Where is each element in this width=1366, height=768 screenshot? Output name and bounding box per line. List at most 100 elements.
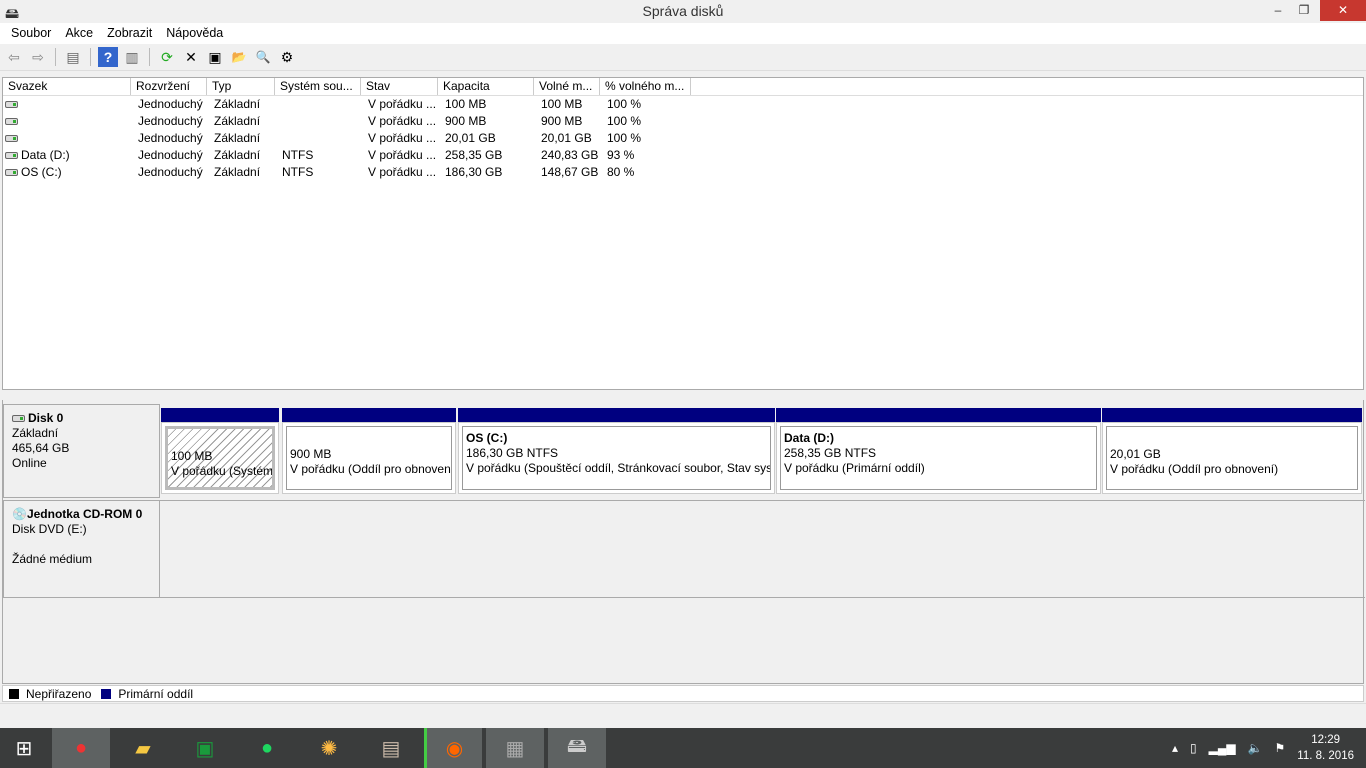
table-row[interactable]: Data (D:) Jednoduchý Základní NTFS V pořádku…	[3, 147, 1363, 164]
start-button[interactable]: ⊞	[0, 728, 48, 768]
disk-management-icon[interactable]: 🖴	[548, 728, 606, 768]
notepad-icon[interactable]: ▤	[362, 728, 420, 768]
menu-napoveda[interactable]: Nápověda	[159, 23, 230, 44]
delete-icon[interactable]: ✕	[181, 47, 201, 67]
table-cell: V pořádku ...	[361, 130, 438, 147]
partition-size: 100 MB	[171, 449, 213, 463]
legend: Nepřiřazeno Primární oddíl	[2, 685, 1364, 702]
explore-icon[interactable]: 🔍	[253, 47, 273, 67]
refresh-icon[interactable]: ⟳	[157, 47, 177, 67]
clock[interactable]: 12:29 11. 8. 2016	[1297, 732, 1354, 764]
cell-text: 148,67 GB	[541, 165, 599, 179]
partition-info: OS (C:) 186,30 GB NTFS V pořádku (Spouštěc…	[462, 426, 771, 490]
cell-text: Základní	[214, 131, 261, 145]
table-cell: 900 MB	[534, 113, 600, 130]
volume-icon[interactable]: 🔈	[1248, 741, 1263, 755]
settings-icon[interactable]: ⚙	[277, 47, 297, 67]
cell-text: V pořádku ...	[368, 148, 437, 162]
table-cell: 100 MB	[438, 96, 534, 113]
close-button[interactable]: ✕	[1320, 0, 1366, 21]
menu-soubor[interactable]: Soubor	[4, 23, 58, 44]
partition-info: 100 MBV pořádku (Systémový oddíl, Aktivn…	[165, 426, 275, 490]
column-svazek[interactable]: Svazek	[3, 78, 131, 95]
disk-0-label[interactable]: Disk 0 Základní 465,64 GB Online	[3, 404, 160, 498]
column-kapacita[interactable]: Kapacita	[438, 78, 534, 95]
volume-icon	[5, 118, 18, 126]
help-icon[interactable]: ?	[98, 47, 118, 67]
cell-text: Jednoduchý	[138, 148, 203, 162]
table-row[interactable]: Jednoduchý Základní V pořádku ... 100 MB 100…	[3, 96, 1363, 113]
cdrom-icon: 💿	[12, 507, 27, 521]
properties-icon[interactable]: ▣	[205, 47, 225, 67]
partition-box: 20,01 GB V pořádku (Oddíl pro obnovení)	[1102, 422, 1362, 494]
battery-icon[interactable]: ▯	[1190, 741, 1197, 755]
column-typ[interactable]: Typ	[207, 78, 275, 95]
cell-text: OS (C:)	[21, 165, 62, 179]
picasa-icon[interactable]: ✺	[300, 728, 358, 768]
partition-0[interactable]: 100 MBV pořádku (Systémový oddíl, Aktivn…	[161, 408, 279, 494]
cell-text: Základní	[214, 114, 261, 128]
table-cell: NTFS	[275, 147, 361, 164]
table-cell: 80 %	[600, 164, 691, 181]
volume-icon	[5, 152, 18, 160]
origin-icon[interactable]: ◉	[424, 728, 482, 768]
signal-icon[interactable]: ▂▄▆	[1209, 741, 1236, 755]
console-tree-icon[interactable]: ▤	[63, 47, 83, 67]
partition-bar	[776, 408, 1101, 422]
cell-text: Základní	[214, 148, 261, 162]
cell-text: Základní	[214, 165, 261, 179]
file-explorer-icon[interactable]: ▰	[114, 728, 172, 768]
action-pane-icon[interactable]: ▥	[122, 47, 142, 67]
column-volne-misto[interactable]: Volné m...	[534, 78, 600, 95]
partition-2[interactable]: OS (C:) 186,30 GB NTFS V pořádku (Spouštěc…	[458, 408, 775, 494]
partition-size: 900 MB	[290, 447, 332, 461]
table-cell: V pořádku ...	[361, 164, 438, 181]
minimize-button[interactable]: –	[1264, 0, 1292, 21]
app-gray-icon[interactable]: ▦	[486, 728, 544, 768]
chrome-icon[interactable]: ●	[52, 728, 110, 768]
store-icon[interactable]: ▣	[176, 728, 234, 768]
table-cell: OS (C:)	[3, 164, 131, 181]
table-row[interactable]: OS (C:) Jednoduchý Základní NTFS V pořádku .…	[3, 164, 1363, 181]
volume-icon	[5, 169, 18, 177]
splitter[interactable]	[2, 390, 1364, 400]
open-icon[interactable]: 📂	[229, 47, 249, 67]
taskbar: ⊞ ● ▰ ▣ ● ✺ ▤ ◉ ▦ 🖴 ▴ ▯ ▂▄▆ 🔈 ⚑ 12:29 11…	[0, 728, 1366, 768]
table-cell: 100 MB	[534, 96, 600, 113]
cell-text: NTFS	[282, 148, 314, 162]
table-cell: V pořádku ...	[361, 96, 438, 113]
partition-box: 900 MB V pořádku (Oddíl pro obnovení)	[282, 422, 456, 494]
table-cell: 900 MB	[438, 113, 534, 130]
column-rozvrzeni[interactable]: Rozvržení	[131, 78, 207, 95]
cell-text: Data (D:)	[21, 148, 70, 162]
table-cell: 100 %	[600, 113, 691, 130]
column-stav[interactable]: Stav	[361, 78, 438, 95]
cell-text: 93 %	[607, 148, 635, 162]
menu-akce[interactable]: Akce	[58, 23, 100, 44]
cell-text: 80 %	[607, 165, 635, 179]
partition-4[interactable]: 20,01 GB V pořádku (Oddíl pro obnovení)	[1102, 408, 1362, 494]
partition-size: 258,35 GB NTFS	[784, 446, 877, 460]
flag-icon[interactable]: ⚑	[1275, 741, 1286, 755]
back-icon[interactable]: ⇦	[4, 47, 24, 67]
table-row[interactable]: Jednoduchý Základní V pořádku ... 900 MB 900…	[3, 113, 1363, 130]
spotify-icon[interactable]: ●	[238, 728, 296, 768]
column-procento-volneho[interactable]: % volného m...	[600, 78, 691, 95]
cdrom-label[interactable]: 💿Jednotka CD-ROM 0 Disk DVD (E:) Žádné m…	[3, 500, 160, 598]
partition-status: V pořádku (Systémový oddíl, Aktivní, Pri…	[171, 464, 274, 478]
maximize-button[interactable]: ❐	[1290, 0, 1318, 21]
partition-3[interactable]: Data (D:) 258,35 GB NTFS V pořádku (Primár…	[776, 408, 1101, 494]
column-system-souboru[interactable]: Systém sou...	[275, 78, 361, 95]
table-row[interactable]: Jednoduchý Základní V pořádku ... 20,01 GB 2…	[3, 130, 1363, 147]
app-icon: 🖴	[5, 5, 20, 21]
table-cell: Jednoduchý	[131, 130, 207, 147]
show-hidden-icons[interactable]: ▴	[1172, 741, 1178, 755]
partition-1[interactable]: 900 MB V pořádku (Oddíl pro obnovení)	[282, 408, 456, 494]
legend-primary: Primární oddíl	[118, 686, 194, 701]
cell-text: 100 %	[607, 114, 642, 128]
forward-icon[interactable]: ⇨	[28, 47, 48, 67]
partition-size: 186,30 GB NTFS	[466, 446, 559, 460]
window-title: Správa disků	[642, 3, 724, 19]
menu-zobrazit[interactable]: Zobrazit	[100, 23, 159, 44]
list-header: Svazek Rozvržení Typ Systém sou... Stav …	[3, 78, 1363, 96]
